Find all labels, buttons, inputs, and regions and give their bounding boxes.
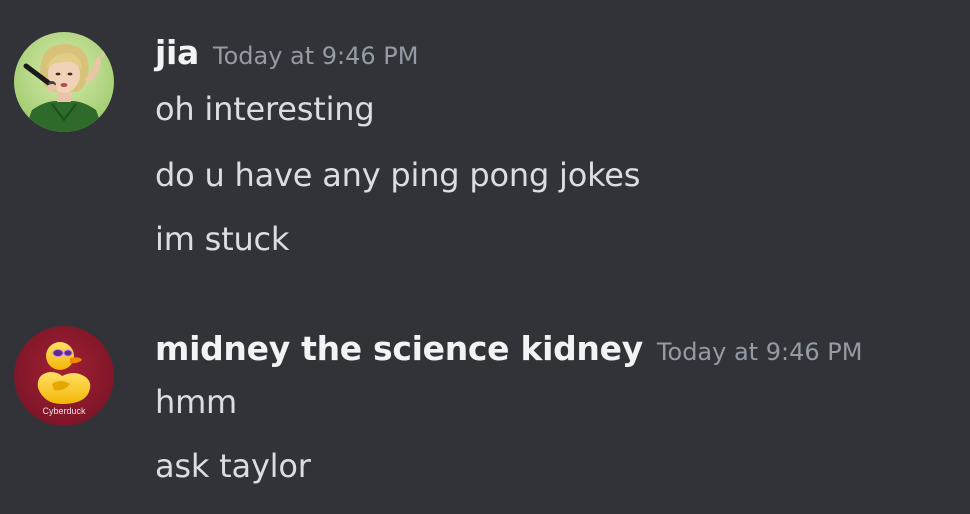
username[interactable]: midney the science kidney bbox=[155, 329, 643, 368]
avatar-label: Cyberduck bbox=[42, 406, 86, 416]
message-group: jia Today at 9:46 PM oh interesting do u … bbox=[0, 0, 970, 280]
message-text: oh interesting bbox=[155, 90, 375, 128]
message-text: ask taylor bbox=[155, 447, 311, 485]
avatar[interactable]: Cyberduck bbox=[14, 326, 114, 426]
message-header: jia Today at 9:46 PM bbox=[155, 36, 419, 69]
person-with-microphone-avatar-icon bbox=[14, 32, 114, 132]
chat-messages: jia Today at 9:46 PM oh interesting do u … bbox=[0, 0, 970, 514]
message-group: Cyberduck midney the science kidney Today… bbox=[0, 300, 970, 514]
message-text: do u have any ping pong jokes bbox=[155, 156, 641, 194]
avatar[interactable] bbox=[14, 32, 114, 132]
timestamp[interactable]: Today at 9:46 PM bbox=[213, 42, 419, 70]
timestamp[interactable]: Today at 9:46 PM bbox=[657, 338, 863, 366]
message-header: midney the science kidney Today at 9:46 P… bbox=[155, 332, 862, 365]
message-text: im stuck bbox=[155, 220, 290, 258]
message-text: hmm bbox=[155, 383, 238, 421]
username[interactable]: jia bbox=[155, 33, 199, 72]
